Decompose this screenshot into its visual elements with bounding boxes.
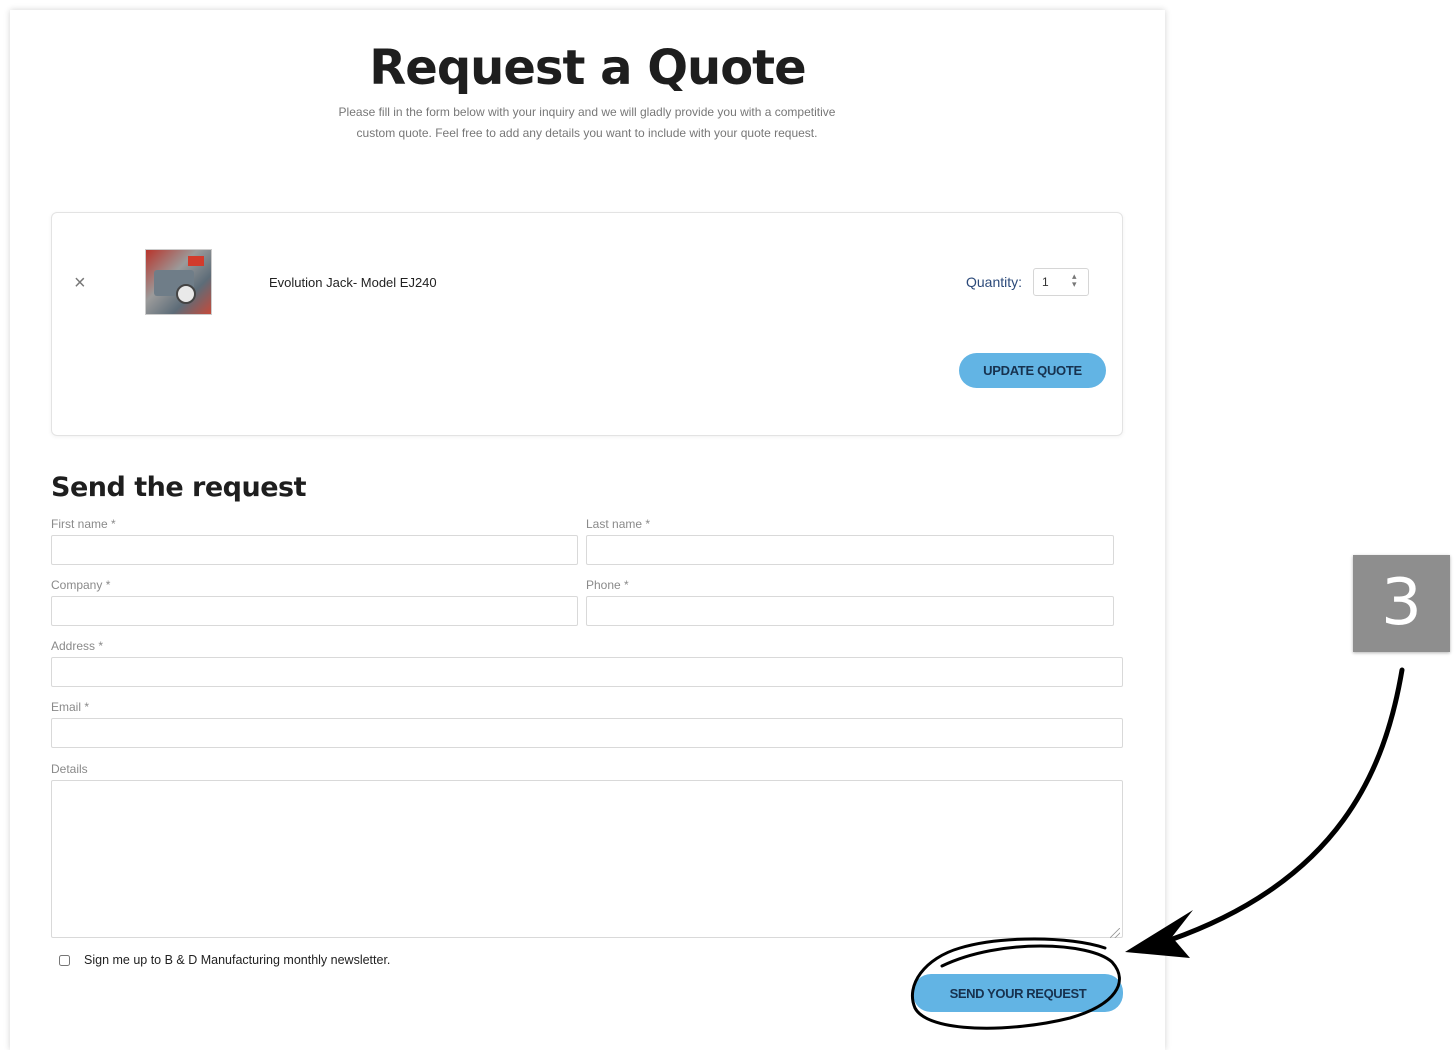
product-name[interactable]: Evolution Jack- Model EJ240 [269, 275, 437, 290]
phone-label: Phone * [586, 578, 629, 592]
page-title: Request a Quote [369, 40, 806, 96]
update-quote-button[interactable]: UPDATE QUOTE [959, 353, 1106, 388]
page-intro: Please fill in the form below with your … [338, 105, 836, 140]
product-thumbnail[interactable] [145, 249, 212, 315]
last-name-label: Last name * [586, 517, 651, 531]
newsletter-checkbox[interactable] [59, 955, 70, 966]
details-textarea[interactable] [51, 780, 1123, 938]
resize-handle-icon[interactable] [1110, 928, 1120, 938]
company-field[interactable] [51, 596, 578, 626]
details-label: Details [51, 762, 88, 776]
quote-page: Request a Quote Please fill in the form … [10, 10, 1165, 1050]
spinner-arrows-icon[interactable]: ▴ ▾ [1072, 272, 1077, 289]
quote-cart: × Evolution Jack- Model EJ240 Quantity: … [51, 212, 1123, 436]
email-label: Email * [51, 700, 90, 714]
company-label: Company * [51, 578, 111, 592]
quantity-stepper[interactable] [1033, 268, 1089, 296]
phone-field[interactable] [586, 596, 1114, 626]
address-label: Address * [51, 639, 104, 653]
first-name-field[interactable] [51, 535, 578, 565]
newsletter-label: Sign me up to B & D Manufacturing monthl… [84, 953, 391, 967]
last-name-field[interactable] [586, 535, 1114, 565]
quantity-label: Quantity: [966, 274, 1023, 290]
send-request-button[interactable]: SEND YOUR REQUEST [913, 974, 1123, 1012]
curved-arrow-icon [1167, 667, 1405, 943]
address-field[interactable] [51, 657, 1123, 687]
form-heading: Send the request [51, 472, 307, 503]
email-field[interactable] [51, 718, 1123, 748]
step-number-badge: 3 [1353, 555, 1450, 652]
remove-item-icon[interactable]: × [74, 271, 86, 295]
first-name-label: First name * [51, 517, 116, 531]
